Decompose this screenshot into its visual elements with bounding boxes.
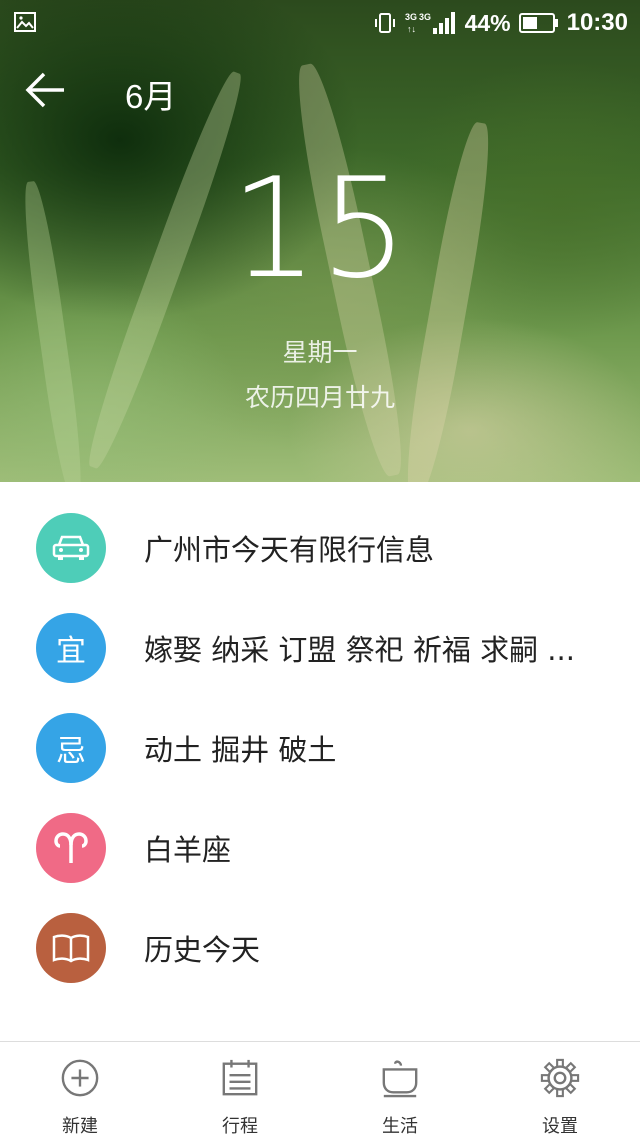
aries-icon xyxy=(36,813,106,883)
status-bar: 3G 3G ↑↓ 44% 10:30 xyxy=(0,0,640,46)
lunar-date: 农历四月廿九 xyxy=(244,383,395,412)
month-title: 6月 xyxy=(125,78,177,115)
svg-text:3G: 3G xyxy=(405,12,417,22)
avoid-activities-item[interactable]: 忌 动土 掘井 破土 xyxy=(0,698,640,798)
signal-icon: 3G 3G ↑↓ xyxy=(405,12,455,34)
info-list: 广州市今天有限行信息 宜 嫁娶 纳采 订盟 祭祀 祈福 求嗣 ... 忌 动土 … xyxy=(0,498,640,998)
nav-schedule-button[interactable]: 行程 xyxy=(160,1042,320,1138)
nav-life-button[interactable]: 生活 xyxy=(320,1042,480,1138)
info-item-label: 嫁娶 纳采 订盟 祭祀 祈福 求嗣 ... xyxy=(144,633,575,667)
nav-label: 设置 xyxy=(542,1116,578,1137)
vibrate-icon xyxy=(374,13,395,33)
gallery-icon xyxy=(14,12,36,32)
weekday-label: 星期一 xyxy=(282,338,358,367)
history-today-item[interactable]: 历史今天 xyxy=(0,898,640,998)
nav-label: 新建 xyxy=(62,1116,98,1137)
gear-icon xyxy=(540,1058,580,1098)
info-item-label: 广州市今天有限行信息 xyxy=(144,533,435,567)
clock-time: 10:30 xyxy=(566,9,628,36)
day-number: 15 xyxy=(230,148,410,309)
bottom-nav: 新建 行程 生活 设置 xyxy=(0,1041,640,1138)
zodiac-item[interactable]: 白羊座 xyxy=(0,798,640,898)
battery-icon xyxy=(518,13,558,33)
info-item-label: 历史今天 xyxy=(144,933,261,967)
cup-icon xyxy=(382,1060,418,1098)
svg-text:3G: 3G xyxy=(419,12,431,22)
calendar-list-icon xyxy=(222,1059,258,1096)
yi-icon: 宜 xyxy=(36,613,106,683)
nav-settings-button[interactable]: 设置 xyxy=(480,1042,640,1138)
plus-circle-icon xyxy=(61,1059,99,1097)
battery-percentage: 44% xyxy=(464,9,511,36)
nav-label: 行程 xyxy=(222,1116,258,1137)
nav-label: 生活 xyxy=(382,1116,418,1137)
info-item-label: 动土 掘井 破土 xyxy=(144,733,337,767)
nav-new-button[interactable]: 新建 xyxy=(0,1042,160,1138)
suitable-activities-item[interactable]: 宜 嫁娶 纳采 订盟 祭祀 祈福 求嗣 ... xyxy=(0,598,640,698)
back-button[interactable] xyxy=(22,68,68,112)
svg-text:↑↓: ↑↓ xyxy=(407,24,416,34)
ji-icon: 忌 xyxy=(36,713,106,783)
book-icon xyxy=(36,913,106,983)
car-icon xyxy=(36,513,106,583)
traffic-restriction-item[interactable]: 广州市今天有限行信息 xyxy=(0,498,640,598)
info-item-label: 白羊座 xyxy=(144,833,232,867)
arrow-left-icon xyxy=(25,72,64,108)
